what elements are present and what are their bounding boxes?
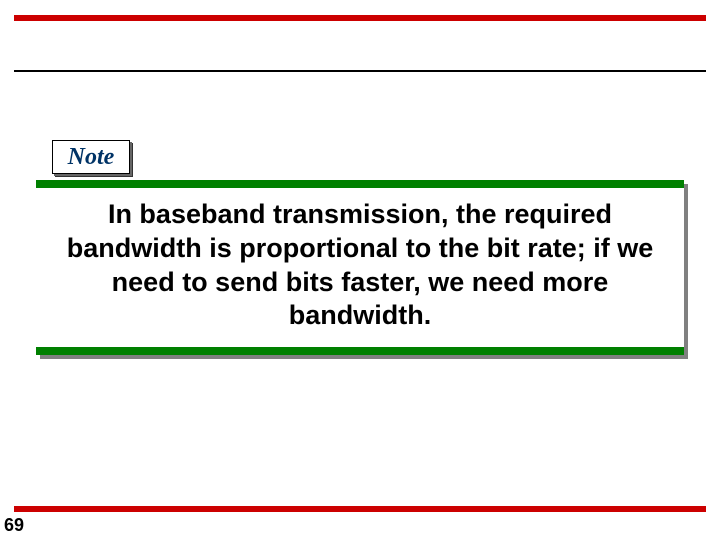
slide: Note In baseband transmission, the requi…	[0, 0, 720, 540]
top-red-bar	[14, 15, 706, 21]
top-divider-line	[14, 70, 706, 72]
note-label-text: Note	[68, 144, 115, 171]
note-label-box: Note	[52, 140, 130, 174]
page-number: 69	[4, 515, 24, 536]
bottom-red-bar	[14, 506, 706, 512]
note-body-text: In baseband transmission, the required b…	[50, 198, 670, 333]
note-box: In baseband transmission, the required b…	[36, 180, 684, 355]
